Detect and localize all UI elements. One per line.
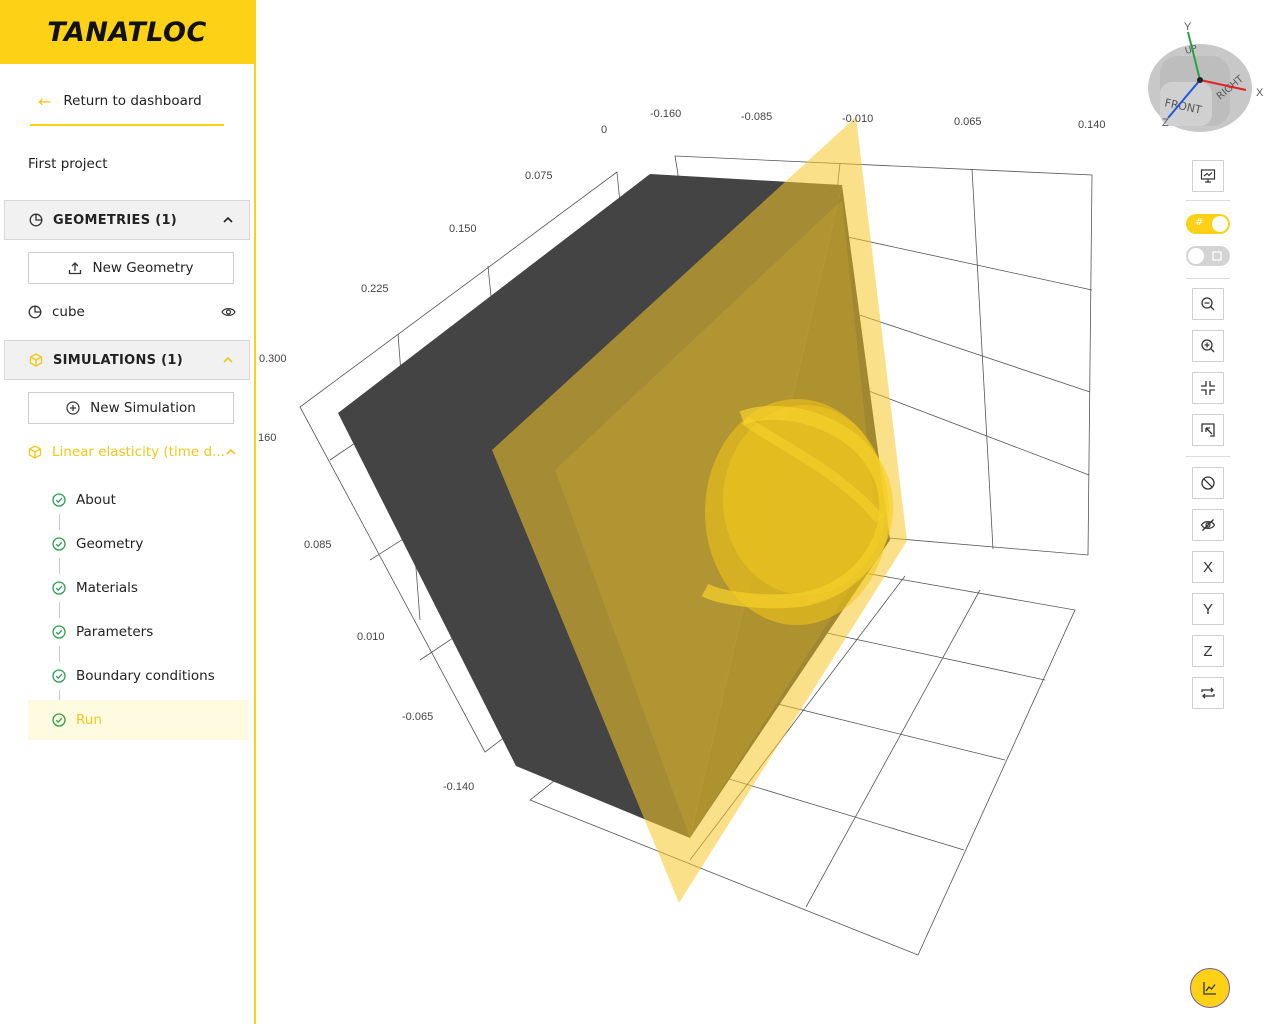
3d-scene[interactable]: 0 -0.160 -0.085 -0.010 0.065 0.140 0.075… [258, 0, 1280, 1024]
disable-button[interactable] [1192, 467, 1224, 499]
toggle-knob [1188, 248, 1204, 264]
grid-icon: # [1195, 217, 1204, 228]
3d-viewport[interactable]: 0 -0.160 -0.085 -0.010 0.065 0.140 0.075… [258, 0, 1280, 1024]
toolbar-separator [1186, 278, 1230, 279]
tick-label: -0.140 [443, 781, 474, 793]
return-label: Return to dashboard [63, 93, 202, 109]
pie-chart-icon [28, 305, 42, 319]
step-materials[interactable]: Materials [28, 568, 248, 608]
fit-view-button[interactable] [1192, 372, 1224, 404]
simulation-label: Linear elasticity (time d... [52, 444, 225, 460]
simulations-title: SIMULATIONS (1) [53, 352, 183, 368]
compress-icon [1201, 381, 1215, 395]
check-circle-icon [52, 713, 66, 727]
step-label: Materials [76, 580, 138, 596]
axis-x-label: X [1256, 87, 1264, 99]
step-about[interactable]: About [28, 480, 248, 520]
check-circle-icon [52, 669, 66, 683]
select-cursor-icon [1201, 423, 1215, 437]
tick-label: -0.010 [842, 113, 873, 125]
return-to-dashboard-link[interactable]: ← Return to dashboard [30, 78, 224, 126]
eye-off-icon [1200, 519, 1216, 531]
tick-label: -0.160 [650, 108, 681, 120]
check-circle-icon [52, 493, 66, 507]
new-simulation-button[interactable]: New Simulation [28, 392, 234, 424]
upload-icon [69, 262, 82, 275]
check-circle-icon [52, 581, 66, 595]
check-circle-icon [52, 537, 66, 551]
chevron-up-icon [223, 356, 233, 363]
brand-logo: TANATLOC [47, 16, 207, 48]
select-region-button[interactable] [1192, 414, 1224, 446]
step-label: Run [76, 712, 102, 728]
axis-y-label: Y [1184, 21, 1192, 33]
presentation-icon [1200, 169, 1216, 183]
step-parameters[interactable]: Parameters [28, 612, 248, 652]
eye-icon[interactable] [221, 306, 236, 318]
toolbar-separator [1186, 200, 1230, 201]
pie-chart-icon [29, 213, 43, 227]
view-x-button[interactable]: X [1192, 551, 1224, 583]
tick-label: 0.085 [304, 539, 332, 551]
tick-label: 160 [258, 432, 276, 444]
frame-icon [1212, 251, 1222, 261]
new-geometry-label: New Geometry [92, 260, 194, 276]
toolbar-separator [1186, 456, 1230, 457]
zoom-out-button[interactable] [1192, 288, 1224, 320]
step-label: Boundary conditions [76, 668, 215, 684]
chevron-up-icon [226, 448, 236, 455]
geometries-section-header[interactable]: GEOMETRIES (1) [4, 200, 250, 240]
tick-label: 0.075 [525, 170, 553, 182]
simulation-item[interactable]: Linear elasticity (time d... [28, 440, 236, 464]
step-boundary-conditions[interactable]: Boundary conditions [28, 656, 248, 696]
sphere-result[interactable] [701, 399, 894, 625]
tick-label: 0.300 [259, 353, 287, 365]
plus-circle-icon [66, 401, 80, 415]
view-y-button[interactable]: Y [1192, 593, 1224, 625]
tick-label: -0.065 [402, 711, 433, 723]
tick-label: -0.085 [741, 111, 772, 123]
hide-button[interactable] [1192, 509, 1224, 541]
logo-bar: TANATLOC [0, 0, 254, 64]
project-name: First project [28, 156, 108, 172]
step-label: Parameters [76, 624, 154, 640]
tick-label: 0.150 [449, 223, 477, 235]
geometry-item-cube[interactable]: cube [28, 300, 236, 324]
sidebar: TANATLOC ← Return to dashboard First pro… [0, 0, 256, 1024]
reset-view-button[interactable] [1192, 677, 1224, 709]
check-circle-icon [52, 625, 66, 639]
zoom-in-button[interactable] [1192, 330, 1224, 362]
axis-z-label: Z [1162, 117, 1169, 129]
line-chart-icon [1203, 982, 1216, 995]
view-cube[interactable]: FRONT RIGHT UP Y X Z [1138, 18, 1268, 136]
zoom-in-icon [1201, 339, 1215, 353]
ban-icon [1201, 476, 1215, 490]
step-geometry[interactable]: Geometry [28, 524, 248, 564]
step-label: Geometry [76, 536, 144, 552]
tick-label: 0 [601, 124, 607, 136]
step-run[interactable]: Run [28, 700, 248, 740]
results-chart-button[interactable] [1190, 968, 1230, 1008]
second-toggle[interactable] [1186, 246, 1230, 266]
new-geometry-button[interactable]: New Geometry [28, 252, 234, 284]
cube-icon [29, 353, 43, 367]
geometries-title: GEOMETRIES (1) [53, 212, 178, 228]
simulations-section-header[interactable]: SIMULATIONS (1) [4, 340, 250, 380]
step-label: About [76, 492, 116, 508]
tick-label: 0.225 [361, 283, 389, 295]
grid-toggle[interactable]: # [1186, 214, 1230, 234]
tick-label: 0.065 [954, 116, 982, 128]
zoom-out-icon [1201, 297, 1215, 311]
view-z-button[interactable]: Z [1192, 635, 1224, 667]
geometry-label: cube [52, 304, 85, 320]
cube-icon [28, 445, 42, 459]
tick-label: 0.010 [357, 631, 385, 643]
chevron-up-icon [223, 216, 233, 223]
screenshot-button[interactable] [1192, 160, 1224, 192]
tick-label: 0.140 [1078, 119, 1106, 131]
toggle-knob [1212, 216, 1228, 232]
arrow-left-icon: ← [38, 91, 52, 111]
repeat-icon [1201, 687, 1215, 699]
new-simulation-label: New Simulation [90, 400, 196, 416]
